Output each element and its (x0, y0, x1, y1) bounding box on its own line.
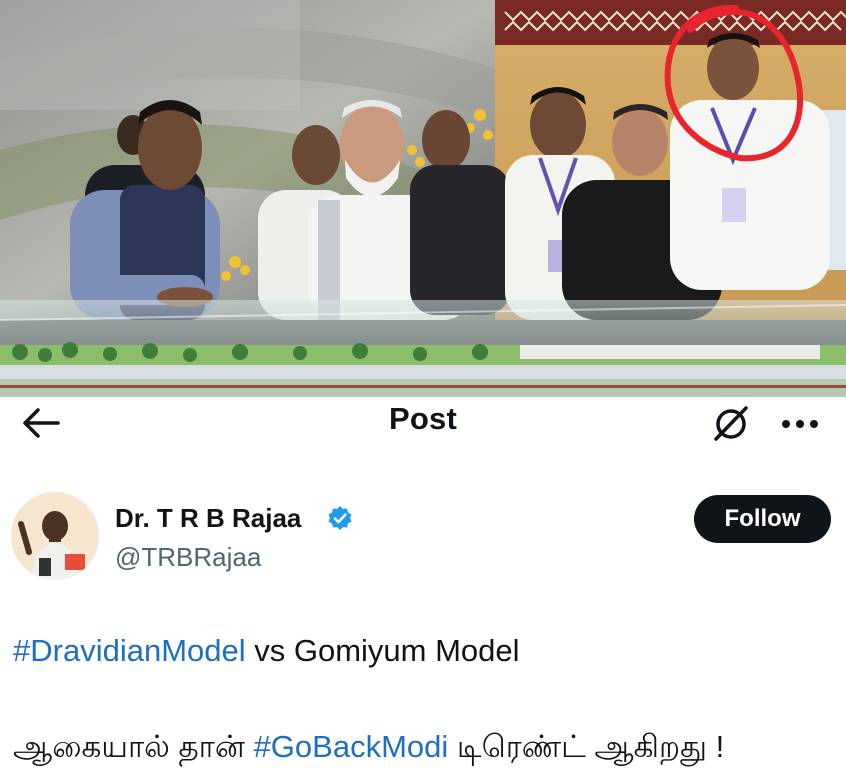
post-text: ஆகையால் தான் (13, 729, 254, 764)
grok-icon (714, 406, 748, 441)
author-handle[interactable]: @TRBRajaa (115, 542, 261, 573)
post-text-line-1: #DravidianModel vs Gomiyum Model (13, 633, 520, 669)
more-options-button[interactable] (774, 403, 826, 443)
post-text: vs Gomiyum Model (245, 633, 520, 668)
post-text: டிரெண்ட் ஆகிறது ! (448, 729, 725, 764)
post-header: Post (0, 397, 846, 447)
hashtag-link[interactable]: #DravidianModel (13, 633, 246, 668)
author-name[interactable]: Dr. T R B Rajaa (115, 503, 301, 534)
more-options-icon (782, 420, 818, 428)
post-text-line-2: ஆகையால் தான் #GoBackModi டிரெண்ட் ஆகிறது… (13, 729, 724, 769)
post-photo[interactable] (0, 0, 846, 397)
follow-button[interactable]: Follow (694, 495, 831, 543)
hashtag-link[interactable]: #GoBackModi (254, 729, 449, 764)
verified-badge-icon (328, 506, 352, 530)
grok-button[interactable] (708, 403, 754, 443)
avatar[interactable] (11, 492, 99, 580)
